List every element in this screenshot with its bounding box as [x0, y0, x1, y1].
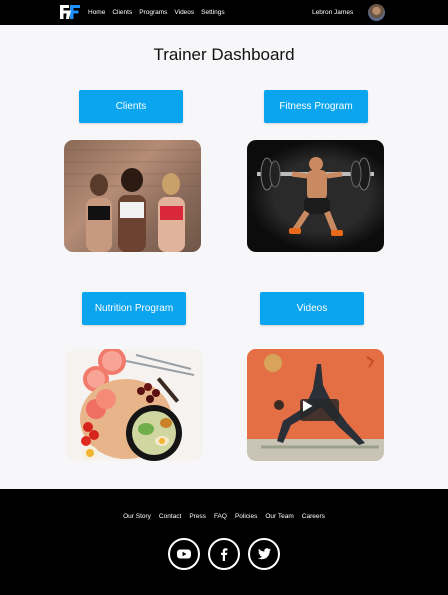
play-icon: [303, 400, 313, 412]
page-title: Trainer Dashboard: [153, 45, 295, 64]
video-thumbnail[interactable]: [247, 349, 384, 461]
footer-our-team-link[interactable]: Our Team: [265, 513, 293, 520]
footer-press-link[interactable]: Press: [189, 513, 206, 520]
footer-faq-link[interactable]: FAQ: [214, 513, 227, 520]
nutrition-program-button[interactable]: Nutrition Program: [82, 292, 186, 325]
facebook-icon[interactable]: [208, 538, 240, 570]
clients-button[interactable]: Clients: [79, 90, 183, 123]
nutrition-program-image[interactable]: [66, 349, 203, 461]
nav-home-link[interactable]: Home: [88, 9, 105, 16]
user-name[interactable]: Lebron James: [312, 0, 353, 25]
clients-image[interactable]: [64, 140, 201, 252]
videos-button[interactable]: Videos: [260, 292, 364, 325]
youtube-icon[interactable]: [168, 538, 200, 570]
nav-clients-link[interactable]: Clients: [112, 9, 132, 16]
nav-settings-link[interactable]: Settings: [201, 9, 225, 16]
avatar[interactable]: [368, 4, 385, 21]
play-button[interactable]: [300, 399, 339, 421]
footer-careers-link[interactable]: Careers: [302, 513, 325, 520]
footer-contact-link[interactable]: Contact: [159, 513, 181, 520]
fitness-program-button[interactable]: Fitness Program: [264, 90, 368, 123]
nav-videos-link[interactable]: Videos: [174, 9, 194, 16]
top-navbar: Home Clients Programs Videos Settings Le…: [0, 0, 448, 25]
footer-links: Our Story Contact Press FAQ Policies Our…: [0, 513, 448, 520]
ff-logo-icon[interactable]: [59, 4, 81, 20]
footer: Our Story Contact Press FAQ Policies Our…: [0, 489, 448, 595]
nav-links: Home Clients Programs Videos Settings: [88, 0, 232, 25]
footer-policies-link[interactable]: Policies: [235, 513, 257, 520]
twitter-icon[interactable]: [248, 538, 280, 570]
nav-programs-link[interactable]: Programs: [139, 9, 167, 16]
footer-our-story-link[interactable]: Our Story: [123, 513, 151, 520]
fitness-program-image[interactable]: [247, 140, 384, 252]
